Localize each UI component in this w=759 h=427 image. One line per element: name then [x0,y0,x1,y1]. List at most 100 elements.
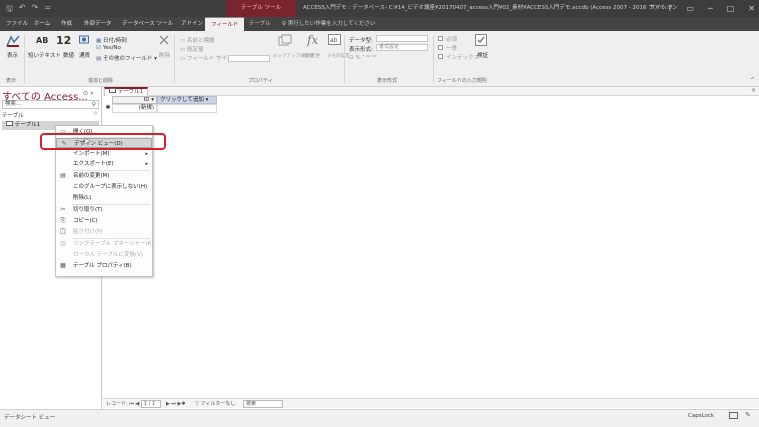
table-tools-context-title: テーブル ツール [226,0,296,17]
record-nav-next-last-new[interactable]: ▶ ⏭ ▶✱ [166,400,186,408]
validation-button[interactable]: 検証 [477,51,488,59]
number-icon[interactable]: 12 [56,34,71,47]
datasheet-view-icon[interactable] [729,412,738,419]
data-type-select[interactable] [376,35,428,42]
currency-button[interactable]: 通貨 [79,51,90,59]
tab-external-data[interactable]: 外部データ [84,17,112,31]
design-view-icon[interactable]: ✎ [745,411,751,419]
status-bar: データシート ビュー CapsLock ✎ [0,409,759,427]
window-controls: ? ▭ ─ □ ✕ [668,0,755,17]
tab-create[interactable]: 作成 [61,17,72,31]
window-title: ACCESS入門デモ : データベース- C:¥14_ビデオ講座¥2017040… [303,5,671,11]
submenu-arrow-icon: ▸ [145,151,148,157]
new-record-marker[interactable]: ✱ [104,104,112,113]
id-cell-new[interactable]: (新規) [112,104,157,113]
paste-icon: 📋 [59,228,67,235]
menu-item-paste[interactable]: 📋 貼り付け(P) [56,227,152,237]
number-button[interactable]: 数値 [63,51,74,59]
formatting-group-label: 表示形式 [377,78,398,84]
field-size-input[interactable] [228,55,270,62]
datetime-button[interactable]: ▦ 日付/時刻 [96,36,127,44]
tab-home[interactable]: ホーム [34,17,50,31]
menu-item-rename[interactable]: ▤ 名前の変更(M) [56,171,152,181]
tab-database-tools[interactable]: データベース ツール [122,17,173,31]
close-button[interactable]: ✕ [748,0,755,17]
menu-item-delete[interactable]: 削除(L) [56,193,152,203]
memo-settings-icon[interactable]: ab [328,34,341,48]
yesno-button[interactable]: ☑ Yes/No [96,45,121,51]
menu-item-export[interactable]: エクスポート(E) ▸ [56,159,152,169]
required-checkbox[interactable] [438,36,443,41]
validation-icon[interactable] [475,34,487,48]
expression-icon[interactable]: fx [307,33,318,47]
memo-settings-button[interactable]: メモの設定 [327,53,350,59]
restore-button[interactable]: □ [727,0,735,17]
group-divider [344,35,345,83]
format-select[interactable]: 書式設定 [376,44,428,51]
nav-pane-toggle-icon[interactable]: ⊙ « [83,90,94,97]
tab-fields[interactable]: フィールド [205,17,245,31]
calendar-icon: ▦ [96,38,102,44]
tell-me-input[interactable]: ♀ 実行したい作業を入力してください [282,17,375,31]
menu-item-convert-to-local[interactable]: ローカル テーブルに変換(V) [56,250,152,260]
menu-item-cut[interactable]: ✂ 切り取り(T) [56,205,152,215]
record-nav-first-prev[interactable]: レコード: ⏮ ◀ [106,400,139,408]
menu-item-import[interactable]: インポート(M) ▸ [56,149,152,159]
title-bar: 🖫 ↶ ↷ = テーブル ツール ACCESS入門デモ : データベース- C:… [0,0,759,17]
view-icon[interactable] [6,34,20,50]
nav-search-placeholder: 検索... [5,101,22,107]
ribbon: 表示 表示 AB 短いテキスト 12 数値 通貨 ▦ 日付/時刻 ☑ Yes/N… [0,31,759,87]
close-document-icon[interactable]: × [751,87,756,94]
add-cell-new[interactable] [157,104,217,113]
menu-item-hide-in-group[interactable]: このグループに表示しない(H) [56,182,152,192]
short-text-button[interactable]: 短いテキスト [28,51,61,59]
help-button[interactable]: ? [668,0,672,17]
redo-icon[interactable]: ↷ [32,3,39,17]
column-header-id[interactable]: ID ▾ [112,96,157,104]
delete-icon[interactable] [158,34,170,48]
number-format-buttons[interactable]: ⊡ % ❜ ⁰⁰ ⁰⁰ [349,55,376,61]
default-value-icon: ▭ [180,47,186,53]
modify-expression-button[interactable]: 式の変更 [302,53,320,59]
more-fields-icon: ▤ [96,56,102,62]
record-position-input[interactable]: 1 / 1 [141,400,161,408]
tab-table[interactable]: テーブル [249,17,271,31]
tab-file[interactable]: ファイル [6,17,28,31]
nav-search-input[interactable]: 検索... ⚲ [2,100,99,109]
data-type-label: データ型: [349,38,373,44]
linked-table-icon: ▥ [60,240,66,247]
default-value-button[interactable]: ▭ 既定値 [180,45,203,53]
column-header-add[interactable]: クリックして追加 ▾ [157,96,217,104]
menu-item-copy[interactable]: ⎘ コピー(C) [56,216,152,226]
more-fields-button[interactable]: ▤ その他のフィールド ▾ [96,54,157,62]
ribbon-display-icon[interactable]: ▭ [686,0,694,17]
menu-item-linked-table-manager[interactable]: ▥ リンクテーブル マネージャー(K) [56,239,153,249]
save-icon[interactable]: 🖫 [6,3,13,17]
datasheet-grid: ID ▾ クリックして追加 ▾ ✱ (新規) [103,96,759,398]
ribbon-tab-bar: ファイル ホーム 作成 外部データ データベース ツール アドイン フィールド … [0,17,759,31]
short-text-icon[interactable]: AB [36,36,48,45]
tab-addins[interactable]: アドイン [181,17,203,31]
table-properties-icon: ▦ [60,262,66,269]
group-divider [174,35,175,83]
filter-status[interactable]: ▽ フィルターなし [195,400,235,408]
undo-icon[interactable]: ↶ [19,3,26,17]
nav-group-label: テーブル [2,113,24,119]
minimize-button[interactable]: ─ [708,0,713,17]
nav-group-tables[interactable]: テーブル ☆ [2,111,99,119]
name-caption-button[interactable]: ▭ 名前と標題 [180,36,214,44]
menu-item-table-properties[interactable]: ▦ テーブル プロパティ(B) [56,261,152,271]
delete-button[interactable]: 削除 [159,51,170,59]
indexed-checkbox[interactable] [438,54,443,59]
lookup-icon[interactable] [278,34,292,50]
collapse-ribbon-icon[interactable]: ^ [750,77,755,84]
currency-icon[interactable] [79,34,89,48]
customize-qat-icon[interactable]: = [44,3,51,17]
status-view-text: データシート ビュー [4,415,56,421]
document-tab-table1[interactable]: テーブル1 [104,87,149,96]
unique-checkbox[interactable] [438,45,443,50]
format-label: 表示形式: [349,47,373,53]
view-button-label[interactable]: 表示 [7,51,18,59]
field-size-icon: ▭ [180,56,186,62]
record-search-input[interactable]: 検索 [243,400,283,408]
